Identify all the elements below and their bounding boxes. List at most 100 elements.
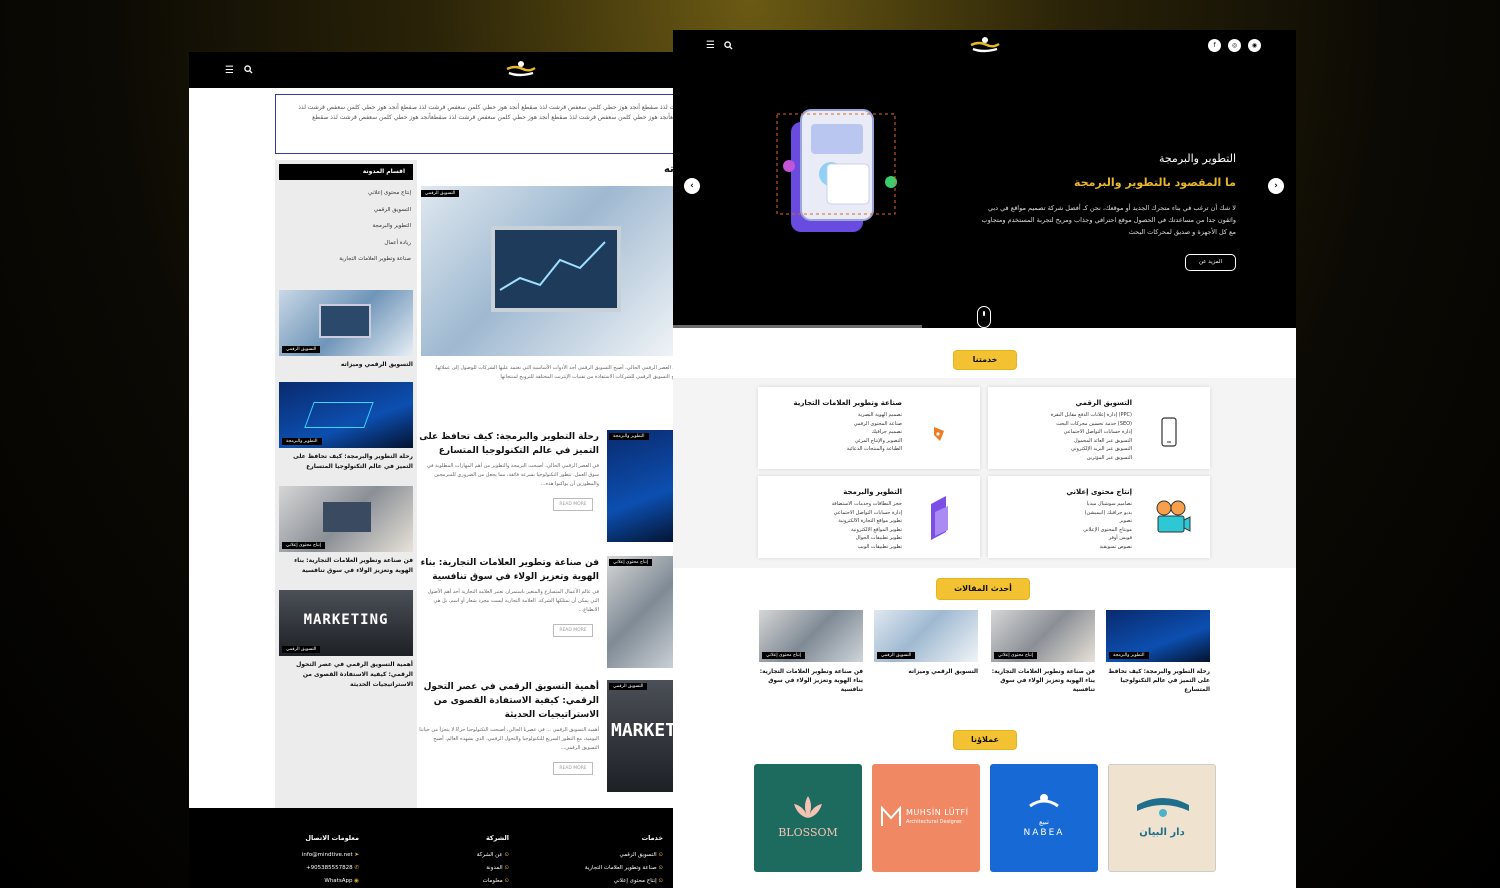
logo-icon[interactable] [505, 60, 537, 78]
article-card[interactable]: التطوير والبرمجة رحلة التطوير والبرمجة: … [1106, 610, 1210, 695]
article-image[interactable]: التسويق الرقمي [874, 610, 978, 662]
footer-link[interactable]: ⊙ المدونة [399, 865, 509, 878]
post-tag: التسويق الرقمي [282, 346, 321, 353]
service-card[interactable]: التطوير والبرمجة حجز النطاقات وخدمات الا… [758, 476, 980, 558]
post-image[interactable]: MARKETING التسويق الرقمي [607, 680, 675, 792]
learn-more-button[interactable]: المزيد عن [1185, 254, 1236, 271]
whatsapp-icon[interactable]: ◉ [1248, 39, 1261, 52]
next-slide-button[interactable]: › [1268, 178, 1284, 194]
client-logo-dar-albayan[interactable]: دار البيان [1108, 764, 1216, 872]
post-thumbnail[interactable]: إنتاج محتوى إعلاني [279, 486, 413, 552]
featured-image[interactable]: التسويق الرقمي [421, 186, 675, 356]
client-logo-muhsin-lutfi[interactable]: MUHSİN LÜTFİ Architectural Designer [872, 764, 980, 872]
client-name: MUHSİN LÜTFİ [906, 808, 969, 817]
menu-icon[interactable]: ☰ [225, 66, 234, 76]
post-thumbnail[interactable]: التطوير والبرمجة [279, 382, 413, 448]
client-name: NABEA [1023, 828, 1065, 838]
service-item: إدارة حسابات التواصل الاجتماعي [1063, 429, 1132, 435]
client-logo-blossom[interactable]: BLOSSOM [754, 764, 862, 872]
sidebar-post[interactable]: التطوير والبرمجة رحلة التطوير والبرمجة: … [279, 382, 413, 472]
blog-footer: معلومات الاتصال ➤ info@mindtive.net ✆ 90… [189, 808, 675, 888]
footer-link[interactable]: ⊙ معلومات [399, 878, 509, 888]
article-title[interactable]: رحلة التطوير والبرمجة: كيف تحافظ على الت… [1106, 668, 1210, 695]
article-title[interactable]: التسويق الرقمي وميزاته [874, 668, 978, 677]
service-item: التسويق عبر البريد الإلكتروني [1070, 446, 1132, 452]
footer-whatsapp[interactable]: ◉ WhatsApp [239, 878, 359, 888]
post-title[interactable]: رحلة التطوير والبرمجة: كيف تحافظ على الت… [279, 452, 413, 472]
post-excerpt: أهمية التسويق الرقمي ... في عصرنا الحالي… [419, 727, 599, 751]
post-excerpt: في عالم الأعمال المتسارع والمتغير باستمر… [427, 589, 599, 613]
category-item[interactable]: التسويق الرقمي [339, 207, 411, 224]
sidebar-post[interactable]: التسويق الرقمي التسويق الرقمي وميزاته [279, 290, 413, 370]
post-title[interactable]: فن صناعة وتطوير العلامات التجارية: بناء … [419, 556, 599, 584]
service-item: تصميم جرافيك [871, 429, 902, 435]
client-name: BLOSSOM [778, 826, 838, 839]
facebook-icon[interactable]: f [1208, 39, 1221, 52]
service-card[interactable]: صناعة وتطوير العلامات التجارية تصميم اله… [758, 387, 980, 469]
category-item[interactable]: إنتاج محتوى إعلاني [339, 190, 411, 207]
footer-link[interactable]: ⊙ عن الشركة [399, 852, 509, 865]
category-item[interactable]: التطوير والبرمجة [339, 223, 411, 240]
service-item: حجز النطاقات وخدمات الاستضافة [831, 501, 902, 507]
service-item: مونتاج المحتوى الإعلاني [1083, 526, 1132, 533]
footer-email[interactable]: ➤ info@mindtive.net [239, 852, 359, 865]
service-item: تطوير مواقع التجارة الالكترونية [838, 518, 902, 524]
service-card[interactable]: إنتاج محتوى إعلاني تصاميم سوشيال ميديا ب… [988, 476, 1210, 558]
search-icon[interactable] [244, 65, 253, 77]
article-title[interactable]: فن صناعة وتطوير العلامات التجارية: بناء … [759, 668, 863, 695]
blog-post[interactable]: MARKETING التسويق الرقمي أهمية التسويق ا… [419, 680, 675, 794]
post-tag: التسويق الرقمي [609, 683, 648, 690]
footer-link[interactable]: ⊙ إنتاج محتوى إعلاني [543, 878, 663, 888]
footer-link[interactable]: ⊙ صناعة وتطوير العلامات التجارية [543, 865, 663, 878]
category-item[interactable]: صناعة وتطوير العلامات التجارية [339, 256, 411, 273]
phone-icon: ✆ [352, 865, 359, 871]
instagram-icon[interactable]: ◎ [1228, 39, 1241, 52]
article-card[interactable]: إنتاج محتوى إعلاني فن صناعة وتطوير العلا… [991, 610, 1095, 695]
post-thumbnail[interactable]: التسويق الرقمي [279, 290, 413, 356]
sidebar-post[interactable]: MARKETING التسويق الرقمي أهمية التسويق ا… [279, 590, 413, 690]
menu-icon[interactable]: ☰ [706, 41, 715, 51]
post-image[interactable]: التطوير والبرمجة [607, 430, 675, 542]
article-image[interactable]: إنتاج محتوى إعلاني [759, 610, 863, 662]
service-card[interactable]: التسويق الرقمي (PPC) إدارة إعلانات الدفع… [988, 387, 1210, 469]
pen-icon [934, 427, 944, 441]
code-illustration [304, 402, 374, 428]
whatsapp-icon: ◉ [352, 878, 359, 884]
post-title[interactable]: التسويق الرقمي وميزاته [279, 360, 413, 370]
prev-slide-button[interactable]: ‹ [684, 178, 700, 194]
sidebar-post[interactable]: إنتاج محتوى إعلاني فن صناعة وتطوير العلا… [279, 486, 413, 576]
post-title[interactable]: فن صناعة وتطوير العلامات التجارية: بناء … [279, 556, 413, 576]
footer-heading: الشركة [485, 834, 509, 842]
logo-icon[interactable] [969, 36, 1001, 54]
client-logo-nabea[interactable]: نبيع NABEA [990, 764, 1098, 872]
read-more-button[interactable]: READ MORE [553, 624, 593, 637]
read-more-button[interactable]: READ MORE [553, 498, 593, 511]
blog-post[interactable]: التطوير والبرمجة رحلة التطوير والبرمجة: … [419, 430, 675, 544]
service-item: تصوير [1119, 518, 1132, 524]
post-title[interactable]: أهمية التسويق الرقمي في عصر التحول الرقم… [279, 660, 413, 690]
post-title[interactable]: أهمية التسويق الرقمي في عصر التحول الرقم… [419, 680, 599, 722]
read-more-button[interactable]: READ MORE [553, 762, 593, 775]
clients-pagination[interactable] [945, 876, 1015, 888]
service-item: تصاميم سوشيال ميديا [1086, 501, 1132, 507]
article-card[interactable]: إنتاج محتوى إعلاني فن صناعة وتطوير العلا… [759, 610, 863, 695]
service-item: بديو جرافيك (انيميشن) [1084, 509, 1132, 516]
blog-sidebar: اقسام المدونة إنتاج محتوى إعلاني التسويق… [275, 160, 417, 808]
article-title[interactable]: فن صناعة وتطوير العلامات التجارية: بناء … [991, 668, 1095, 695]
service-title: صناعة وتطوير العلامات التجارية [793, 399, 902, 407]
hero-slider: ‹ › التطوير والبرمجة ما المقصود بالتطوير… [673, 62, 1296, 328]
footer-link[interactable]: ⊙ التسويق الرقمي [543, 852, 663, 865]
post-thumbnail[interactable]: MARKETING التسويق الرقمي [279, 590, 413, 656]
category-item[interactable]: ريادة أعمال [339, 240, 411, 257]
search-icon[interactable] [724, 41, 733, 53]
scroll-mouse-icon[interactable] [977, 306, 991, 328]
article-image[interactable]: التطوير والبرمجة [1106, 610, 1210, 662]
footer-phone[interactable]: ✆ 905385557828+ [239, 865, 359, 878]
article-image[interactable]: إنتاج محتوى إعلاني [991, 610, 1095, 662]
post-image[interactable]: إنتاج محتوى إعلاني [607, 556, 675, 668]
post-title[interactable]: رحلة التطوير والبرمجة: كيف تحافظ على الت… [419, 430, 599, 458]
article-card[interactable]: التسويق الرقمي التسويق الرقمي وميزاته [874, 610, 978, 677]
footer-heading: خدمات [641, 834, 663, 842]
blog-post[interactable]: إنتاج محتوى إعلاني فن صناعة وتطوير العلا… [419, 556, 675, 670]
service-item: صناعة المحتوى الرقمي [853, 420, 902, 427]
